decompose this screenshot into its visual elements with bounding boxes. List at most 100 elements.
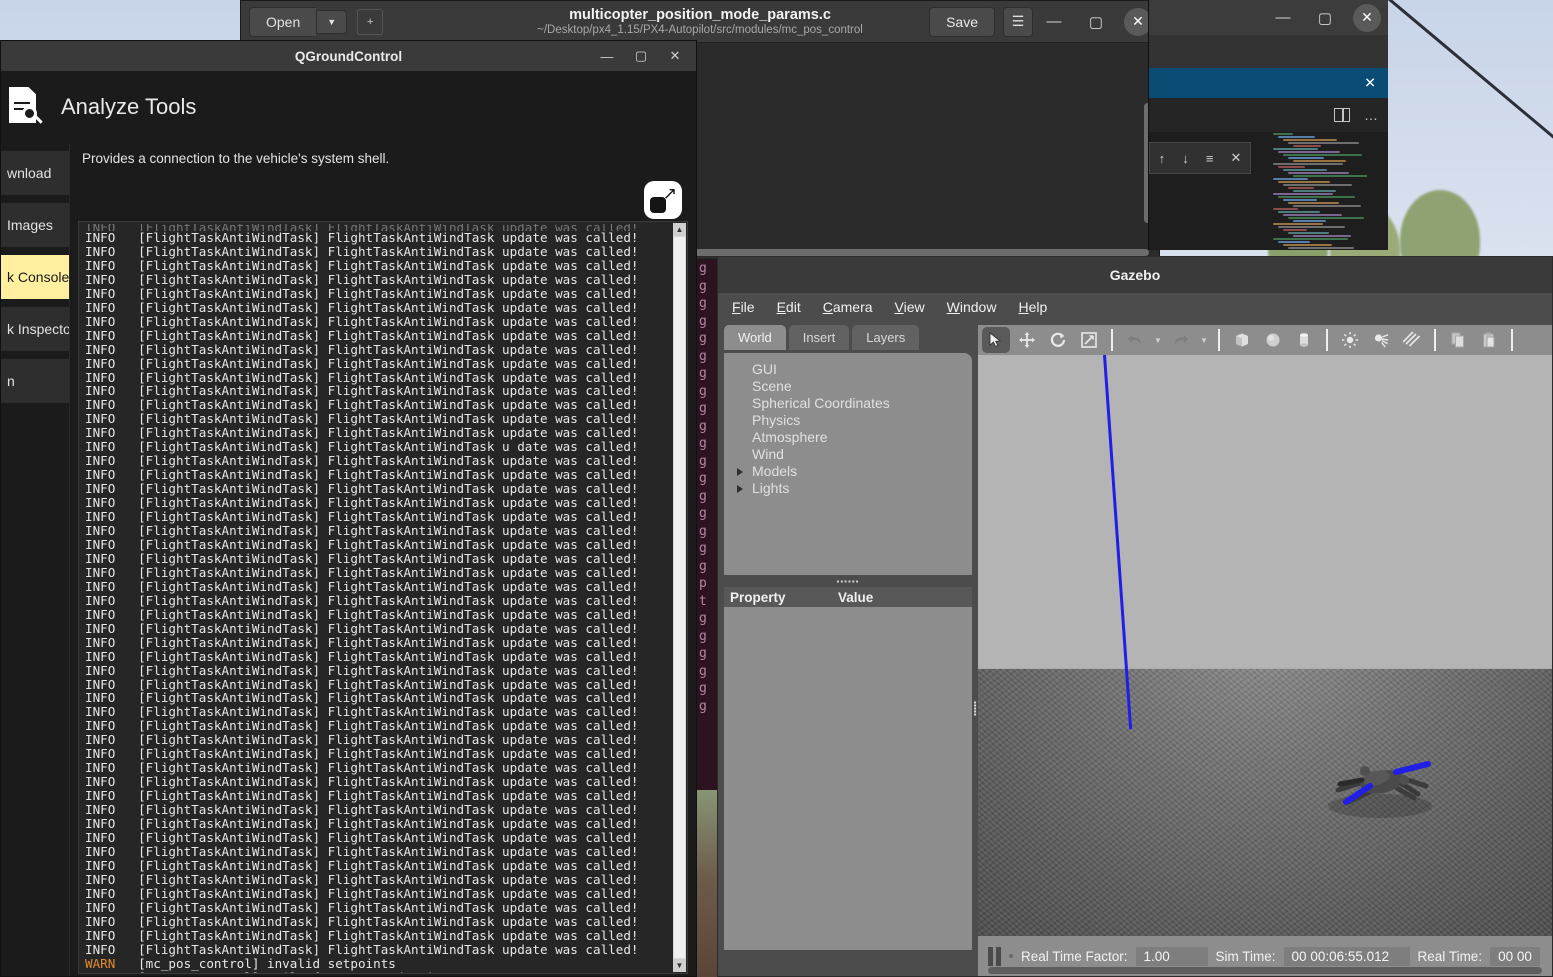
- viewport-horizontal-scrollbar[interactable]: [988, 967, 1542, 974]
- menu-view[interactable]: View: [895, 299, 925, 315]
- vscode-menubar[interactable]: [1149, 35, 1388, 68]
- pause-icon[interactable]: [988, 946, 1001, 966]
- minimize-button[interactable]: —: [590, 41, 624, 71]
- menu-camera[interactable]: Camera: [823, 299, 873, 315]
- tab-layers[interactable]: Layers: [852, 325, 920, 350]
- console-text: INFO [FlightTaskAntiWindTask] FlightTask…: [79, 222, 687, 973]
- real-time-factor-value: 1.00: [1135, 946, 1208, 966]
- new-tab-button[interactable]: +: [357, 8, 384, 35]
- scroll-up-icon[interactable]: ▲: [673, 223, 686, 236]
- sidebar-item-log-download[interactable]: wnload: [1, 151, 69, 195]
- hamburger-menu-icon[interactable]: ☰: [1003, 6, 1033, 37]
- text-editor-titlebar[interactable]: Open ▼ + multicopter_position_mode_param…: [241, 1, 1159, 43]
- find-widget[interactable]: ↑ ↓ ≡ ✕: [1149, 142, 1251, 174]
- tree-node-lights[interactable]: Lights: [732, 480, 972, 497]
- tree-node-scene[interactable]: Scene: [732, 378, 972, 395]
- pop-out-icon[interactable]: ↗: [644, 181, 682, 219]
- tree-node-atmosphere[interactable]: Atmosphere: [732, 429, 972, 446]
- menu-help[interactable]: Help: [1018, 299, 1047, 315]
- editor-minimap[interactable]: [1271, 132, 1367, 250]
- translate-mode-icon[interactable]: [1013, 327, 1041, 353]
- step-icon[interactable]: [1009, 954, 1013, 958]
- menu-file[interactable]: File: [732, 299, 755, 315]
- sidebar-item-vibration[interactable]: n: [1, 359, 69, 403]
- world-tree[interactable]: GUI Scene Spherical Coordinates Physics …: [724, 353, 972, 575]
- close-button[interactable]: ✕: [1346, 0, 1388, 35]
- menu-edit[interactable]: Edit: [777, 299, 801, 315]
- scroll-down-icon[interactable]: ▼: [673, 959, 686, 972]
- minimize-button[interactable]: —: [1033, 1, 1075, 42]
- scrollbar-thumb[interactable]: [674, 237, 685, 958]
- redo-dropdown-icon[interactable]: ▼: [1198, 336, 1210, 345]
- undo-icon[interactable]: [1121, 327, 1149, 353]
- console-line: INFO [FlightTaskAntiWindTask] FlightTask…: [85, 788, 639, 804]
- sidebar-item-geotag-images[interactable]: Images: [1, 203, 69, 247]
- close-icon[interactable]: ✕: [1364, 75, 1376, 92]
- maximize-button[interactable]: ▢: [624, 41, 658, 71]
- gazebo-menubar[interactable]: File Edit Camera View Window Help: [718, 293, 1552, 321]
- sidebar-item-label: k Console: [7, 269, 69, 285]
- qgc-sidebar[interactable]: wnload Images k Console k Inspector n: [1, 143, 69, 976]
- copy-icon[interactable]: [1444, 327, 1472, 353]
- vscode-notification-bar[interactable]: ✕: [1149, 68, 1388, 98]
- undo-dropdown-icon[interactable]: ▼: [1152, 336, 1164, 345]
- vscode-titlebar[interactable]: — ▢ ✕: [1149, 0, 1388, 35]
- paste-icon[interactable]: [1475, 327, 1503, 353]
- close-button[interactable]: ✕: [658, 41, 692, 71]
- panel-resize-grip[interactable]: ▪▪▪▪▪▪: [724, 577, 972, 586]
- find-in-selection-icon[interactable]: ≡: [1206, 151, 1214, 166]
- tab-insert[interactable]: Insert: [788, 325, 850, 350]
- gazebo-3d-viewport[interactable]: [978, 355, 1552, 936]
- save-button[interactable]: Save: [929, 6, 995, 37]
- open-dropdown-arrow[interactable]: ▼: [316, 9, 348, 34]
- find-close-icon[interactable]: ✕: [1231, 150, 1242, 166]
- redo-icon[interactable]: [1167, 327, 1195, 353]
- insert-sphere-icon[interactable]: [1259, 327, 1287, 353]
- quadcopter-model[interactable]: [1318, 750, 1448, 830]
- point-light-icon[interactable]: [1336, 327, 1364, 353]
- minimap-slider[interactable]: [1372, 132, 1382, 250]
- maximize-button[interactable]: ▢: [1304, 0, 1346, 35]
- rotate-mode-icon[interactable]: [1044, 327, 1072, 353]
- mavlink-console-output[interactable]: INFO [FlightTaskAntiWindTask] FlightTask…: [78, 221, 688, 974]
- qgroundcontrol-window[interactable]: QGroundControl — ▢ ✕ Analyze Tools wnloa…: [0, 40, 697, 977]
- console-scrollbar[interactable]: ▲ ▼: [673, 223, 686, 972]
- console-line: INFO [FlightTaskAntiWindTask] FlightTask…: [85, 243, 639, 259]
- console-line: INFO [FlightTaskAntiWindTask] FlightTask…: [85, 578, 639, 594]
- qgc-titlebar[interactable]: QGroundControl — ▢ ✕: [1, 41, 696, 71]
- insert-box-icon[interactable]: [1228, 327, 1256, 353]
- tree-node-models[interactable]: Models: [732, 463, 972, 480]
- vscode-editor[interactable]: ↑ ↓ ≡ ✕: [1149, 132, 1388, 370]
- sidebar-item-mavlink-console[interactable]: k Console: [1, 255, 69, 299]
- open-button[interactable]: Open ▼: [249, 6, 348, 37]
- find-next-icon[interactable]: ↓: [1182, 151, 1189, 166]
- gazebo-panel-tabs[interactable]: World Insert Layers: [724, 321, 972, 350]
- maximize-button[interactable]: ▢: [1075, 1, 1117, 42]
- insert-cylinder-icon[interactable]: [1290, 327, 1318, 353]
- tab-world[interactable]: World: [724, 325, 786, 350]
- tree-node-wind[interactable]: Wind: [732, 446, 972, 463]
- spot-light-icon[interactable]: [1367, 327, 1395, 353]
- gazebo-window[interactable]: Gazebo File Edit Camera View Window Help…: [717, 256, 1553, 977]
- close-icon[interactable]: ✕: [1353, 3, 1381, 32]
- tree-node-spherical-coordinates[interactable]: Spherical Coordinates: [732, 395, 972, 412]
- sidebar-item-mavlink-inspector[interactable]: k Inspector: [1, 307, 69, 351]
- minimize-button[interactable]: —: [1262, 0, 1304, 35]
- tree-node-physics[interactable]: Physics: [732, 412, 972, 429]
- scale-mode-icon[interactable]: [1075, 327, 1103, 353]
- minimap-line: [1288, 172, 1349, 174]
- vscode-editor-actions[interactable]: …: [1149, 98, 1388, 132]
- sidebar-item-label: wnload: [7, 165, 52, 181]
- more-actions-icon[interactable]: …: [1364, 107, 1378, 123]
- split-editor-icon[interactable]: [1334, 108, 1350, 122]
- directional-light-icon[interactable]: [1398, 327, 1426, 353]
- gazebo-toolbar[interactable]: ▼ ▼: [978, 325, 1552, 355]
- vscode-window[interactable]: — ▢ ✕ ✕ … ↑ ↓ ≡ ✕: [1148, 0, 1388, 370]
- property-table-body[interactable]: [724, 607, 972, 950]
- select-mode-icon[interactable]: [982, 327, 1010, 353]
- menu-window[interactable]: Window: [947, 299, 997, 315]
- find-previous-icon[interactable]: ↑: [1159, 151, 1166, 166]
- open-button-label[interactable]: Open: [249, 6, 317, 37]
- tree-node-gui[interactable]: GUI: [732, 361, 972, 378]
- toolbar-separator: [1511, 329, 1513, 351]
